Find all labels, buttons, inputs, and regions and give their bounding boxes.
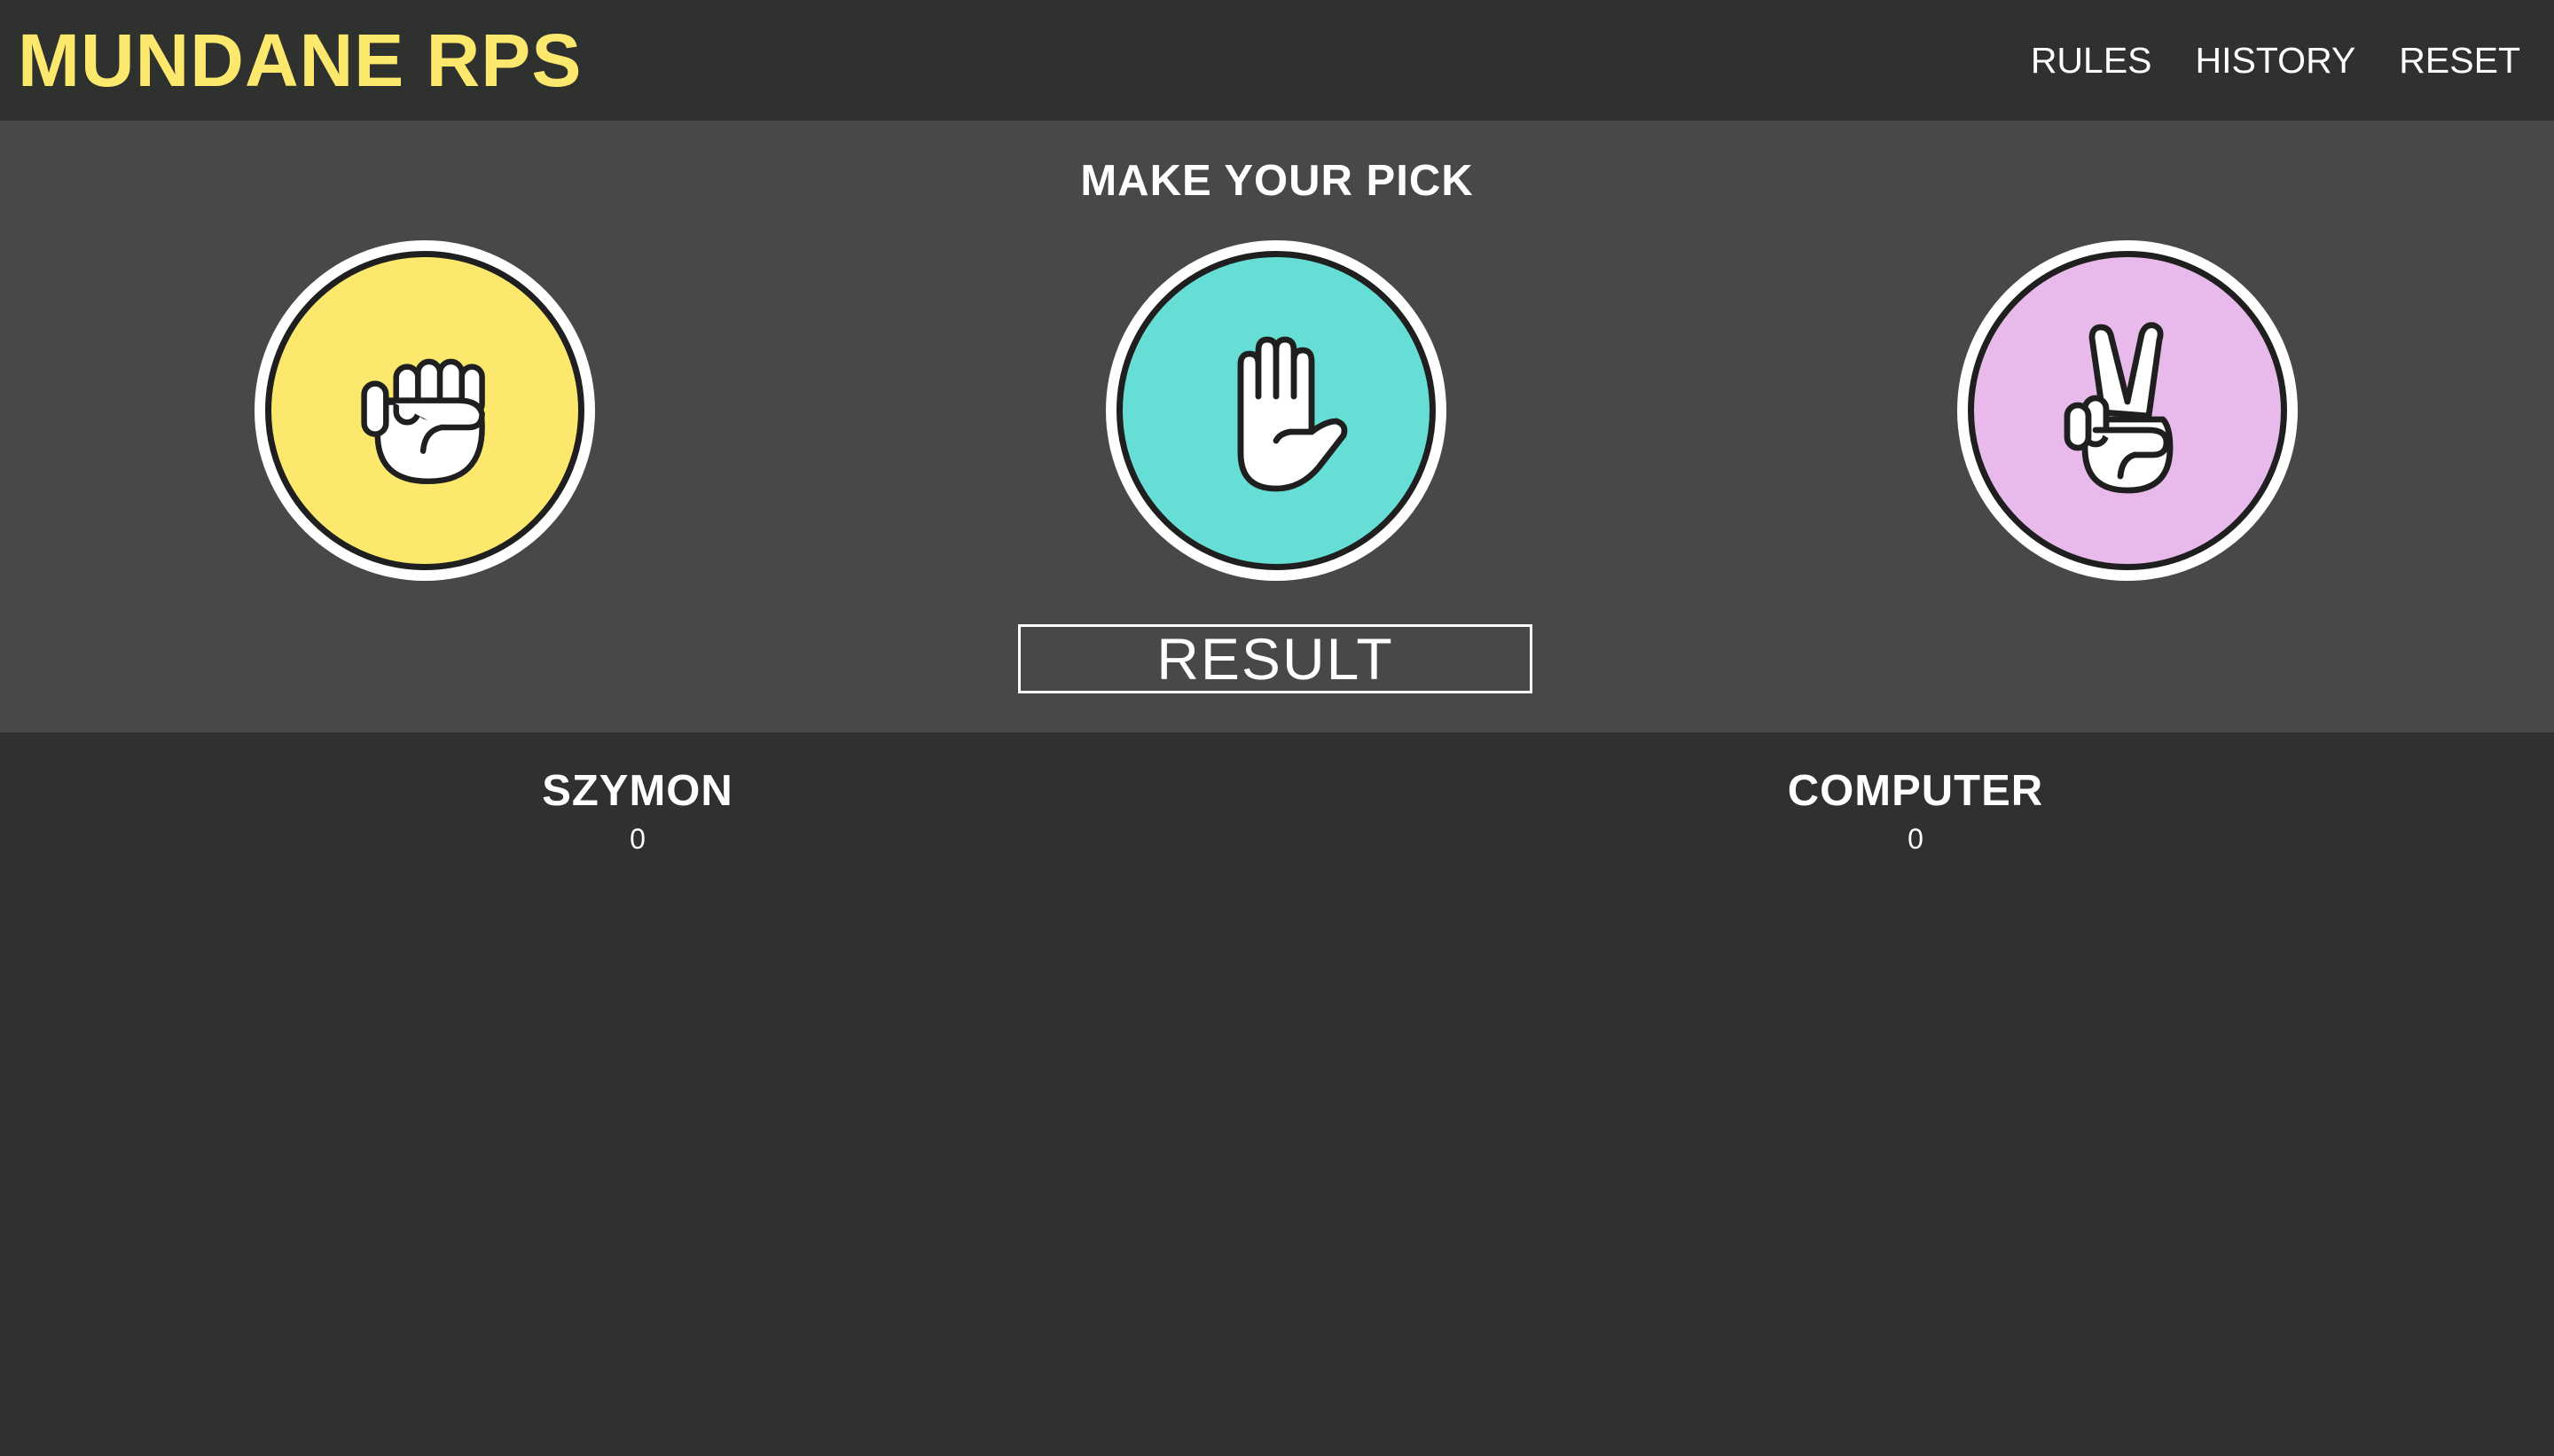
app-header: MUNDANE RPS RULES HISTORY RESET	[0, 0, 2554, 121]
app-logo[interactable]: MUNDANE RPS	[18, 14, 582, 106]
computer-name: COMPUTER	[1787, 767, 2044, 815]
paper-choice-button[interactable]	[1106, 240, 1446, 581]
main-nav: RULES HISTORY RESET	[2031, 32, 2520, 89]
player-score: 0	[630, 823, 646, 855]
peace-sign-icon	[2064, 322, 2174, 494]
player-name: SZYMON	[542, 767, 733, 815]
rock-circle	[265, 251, 584, 570]
nav-history-link[interactable]: HISTORY	[2196, 32, 2356, 89]
scissors-circle	[1968, 251, 2287, 570]
paper-circle	[1116, 251, 1436, 570]
nav-rules-link[interactable]: RULES	[2031, 32, 2152, 89]
result-display: RESULT	[1018, 624, 1532, 693]
pick-panel: MAKE YOUR PICK RESULT	[0, 121, 2554, 732]
fist-icon	[361, 358, 485, 485]
scissors-choice-button[interactable]	[1957, 240, 2298, 581]
nav-reset-link[interactable]: RESET	[2399, 32, 2520, 89]
rock-choice-button[interactable]	[255, 240, 595, 581]
pick-title: MAKE YOUR PICK	[1080, 157, 1474, 205]
open-hand-icon	[1237, 336, 1348, 492]
player-score-panel: SZYMON 0	[372, 761, 904, 857]
computer-score-panel: COMPUTER 0	[1649, 761, 2182, 857]
computer-score: 0	[1908, 823, 1923, 855]
